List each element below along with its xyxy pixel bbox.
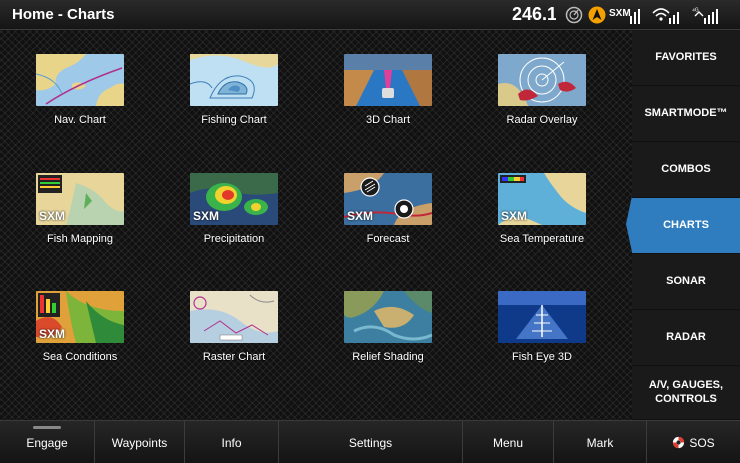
- engage-button[interactable]: Engage: [0, 421, 95, 463]
- page-title: Home - Charts: [12, 6, 115, 23]
- mark-label: Mark: [586, 435, 614, 450]
- bottom-toolbar: Engage Waypoints Info Settings Menu Mark…: [0, 420, 740, 463]
- sxm-badge: SXM: [193, 209, 220, 223]
- tile-nav-chart[interactable]: Nav. Chart: [10, 54, 150, 144]
- sxm-signal-bars-icon: [630, 9, 640, 24]
- tile-label: Fishing Chart: [201, 114, 267, 126]
- tile-relief-shading[interactable]: Relief Shading: [318, 291, 458, 381]
- sxm-badge: SXM: [39, 327, 66, 341]
- tile-label: Fish Mapping: [46, 233, 114, 245]
- sidebar-item-av-gauges-controls[interactable]: A/V, GAUGES, CONTROLS: [632, 366, 740, 420]
- tile-forecast[interactable]: SXM Forecast: [318, 173, 458, 263]
- settings-button[interactable]: Settings: [279, 421, 463, 463]
- sos-button[interactable]: SOS: [647, 421, 740, 463]
- sidebar-item-label: A/V, GAUGES, CONTROLS: [648, 379, 724, 405]
- sidebar-item-radar[interactable]: RADAR: [632, 310, 740, 366]
- sidebar-item-label: SMARTMODE™: [644, 106, 728, 119]
- nav-chart-thumbnail: [36, 54, 124, 106]
- heading-readout: 246.1$: [512, 4, 556, 24]
- tile-raster-chart[interactable]: Raster Chart: [164, 291, 304, 381]
- menu-button[interactable]: Menu: [463, 421, 554, 463]
- waypoints-label: Waypoints: [111, 435, 168, 450]
- info-label: Info: [221, 435, 242, 450]
- tile-label: Radar Overlay: [506, 114, 578, 126]
- tile-label: Forecast: [366, 233, 410, 245]
- tile-precipitation[interactable]: SXM Precipitation: [164, 173, 304, 263]
- sos-label: SOS: [689, 435, 715, 450]
- sidebar-item-label: FAVORITES: [655, 50, 717, 63]
- info-button[interactable]: Info: [185, 421, 279, 463]
- fish-mapping-thumbnail: SXM: [36, 173, 124, 225]
- tile-label: 3D Chart: [365, 114, 411, 126]
- precipitation-thumbnail: SXM: [190, 173, 278, 225]
- 3d-chart-thumbnail: [344, 54, 432, 106]
- tile-label: Nav. Chart: [54, 114, 106, 126]
- sea-conditions-thumbnail: SXM: [36, 291, 124, 343]
- settings-label: Settings: [348, 435, 393, 450]
- sxm-badge: SXM: [501, 209, 528, 223]
- category-sidebar: FAVORITES SMARTMODE™ COMBOS CHARTS SONAR…: [632, 30, 740, 420]
- tile-label: Sea Temperature: [499, 233, 585, 245]
- sxm-badge: SXM: [39, 209, 66, 223]
- fishing-chart-thumbnail: [190, 54, 278, 106]
- raster-chart-thumbnail: [190, 291, 278, 343]
- active-tab-marker: [626, 196, 632, 252]
- tile-radar-overlay[interactable]: Radar Overlay: [472, 54, 612, 144]
- sidebar-item-label: COMBOS: [661, 162, 711, 175]
- tile-fishing-chart[interactable]: Fishing Chart: [164, 54, 304, 144]
- tile-3d-chart[interactable]: 3D Chart: [318, 54, 458, 144]
- tile-label: Raster Chart: [202, 351, 266, 363]
- tile-label: Relief Shading: [352, 351, 424, 363]
- sidebar-item-label: CHARTS: [663, 218, 709, 231]
- tile-fish-mapping[interactable]: SXM Fish Mapping: [10, 173, 150, 263]
- sidebar-item-label: SONAR: [666, 274, 706, 287]
- radar-overlay-thumbnail: [498, 54, 586, 106]
- sidebar-item-favorites[interactable]: FAVORITES: [632, 30, 740, 86]
- waypoints-button[interactable]: Waypoints: [95, 421, 185, 463]
- relief-shading-thumbnail: [344, 291, 432, 343]
- cellular-signal-icon[interactable]: ⁴ᴳ: [692, 6, 718, 24]
- forecast-thumbnail: SXM: [344, 173, 432, 225]
- sidebar-item-combos[interactable]: COMBOS: [632, 142, 740, 198]
- tile-sea-conditions[interactable]: SXM Sea Conditions: [10, 291, 150, 381]
- mark-button[interactable]: Mark: [554, 421, 647, 463]
- tile-label: Sea Conditions: [42, 351, 118, 363]
- menu-label: Menu: [492, 435, 524, 450]
- gps-icon[interactable]: [588, 6, 606, 24]
- wifi-signal-icon[interactable]: [651, 6, 679, 24]
- status-bar: Home - Charts 246.1$ SXM ⁴ᴳ: [0, 0, 740, 30]
- engage-label: Engage: [26, 435, 68, 450]
- tile-sea-temperature[interactable]: SXM Sea Temperature: [472, 173, 612, 263]
- sidebar-item-charts[interactable]: CHARTS: [632, 198, 740, 254]
- sidebar-item-sonar[interactable]: SONAR: [632, 254, 740, 310]
- fish-eye-3d-thumbnail: [498, 291, 586, 343]
- sea-temperature-thumbnail: SXM: [498, 173, 586, 225]
- tile-label: Precipitation: [203, 233, 265, 245]
- chart-app-grid: Nav. Chart Fishing Chart 3D Chart Radar …: [0, 30, 632, 420]
- drawer-handle[interactable]: [33, 426, 61, 429]
- sxm-badge: SXM: [347, 209, 374, 223]
- tile-fish-eye-3d[interactable]: Fish Eye 3D: [472, 291, 612, 381]
- compass-icon[interactable]: [565, 6, 583, 24]
- sxm-signal-label: SXM: [609, 8, 631, 19]
- tile-label: Fish Eye 3D: [512, 351, 572, 363]
- sidebar-item-smartmode[interactable]: SMARTMODE™: [632, 86, 740, 142]
- sidebar-item-label: RADAR: [666, 330, 706, 343]
- lifebuoy-icon: [673, 436, 685, 449]
